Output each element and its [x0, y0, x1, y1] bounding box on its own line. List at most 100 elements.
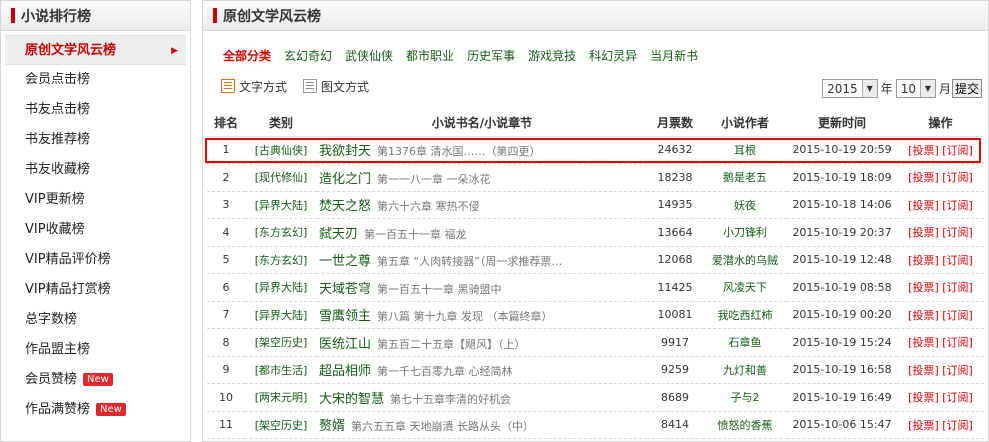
book-title-link[interactable]: 雪鹰领主 — [319, 309, 371, 324]
submit-button[interactable]: 提交 — [951, 79, 982, 98]
sidebar-item-member-likes[interactable]: 会员赞榜 New — [1, 365, 190, 395]
subscribe-link[interactable]: [订阅] — [942, 254, 973, 267]
update-time-cell: 2015-10-19 12:48 — [787, 246, 897, 274]
subscribe-link[interactable]: [订阅] — [942, 419, 973, 432]
type-link[interactable]: [架空历史] — [245, 328, 317, 357]
sidebar-item-reader-favorites[interactable]: 书友收藏榜 — [1, 155, 190, 185]
update-time-cell: 2015-10-18 14:06 — [787, 191, 897, 219]
image-mode-toggle[interactable]: 图文方式 — [303, 78, 369, 95]
vote-link[interactable]: [投票] — [908, 391, 939, 404]
ops-cell: [投票] [订阅] — [897, 356, 984, 384]
author-link[interactable]: 风凌天下 — [703, 273, 787, 302]
sidebar-item-vip-favorites[interactable]: VIP收藏榜 — [1, 215, 190, 245]
book-title-link[interactable]: 我欲封天 — [319, 144, 371, 159]
chapter-link[interactable]: 第一百五十一章 福龙 — [364, 228, 467, 241]
subscribe-link[interactable]: [订阅] — [942, 226, 973, 239]
subscribe-link[interactable]: [订阅] — [942, 391, 973, 404]
chapter-link[interactable]: 第五百二十五章【飓风】（上） — [377, 338, 526, 351]
subscribe-link[interactable]: [订阅] — [942, 309, 973, 322]
book-title-link[interactable]: 赘婿 — [319, 419, 345, 434]
subscribe-link[interactable]: [订阅] — [942, 171, 973, 184]
book-title-link[interactable]: 医统江山 — [319, 337, 371, 352]
type-link[interactable]: [异界大陆] — [245, 301, 317, 329]
chapter-link[interactable]: 第1376章 清水国……（第四更） — [377, 145, 541, 158]
table-row: 1 [古典仙侠] 我欲封天 第1376章 清水国……（第四更） 24632 耳根 2015-… — [207, 136, 984, 164]
sidebar-item-vip-updates[interactable]: VIP更新榜 — [1, 185, 190, 215]
author-link[interactable]: 石章鱼 — [703, 328, 787, 357]
vote-link[interactable]: [投票] — [908, 309, 939, 322]
category-scifi[interactable]: 科幻灵异 — [589, 47, 637, 64]
category-new-this-month[interactable]: 当月新书 — [650, 47, 698, 64]
ops-cell: [投票] [订阅] — [897, 383, 984, 412]
book-title-link[interactable]: 天域苍穹 — [319, 282, 371, 297]
author-link[interactable]: 我吃西红柿 — [703, 301, 787, 329]
vote-link[interactable]: [投票] — [908, 419, 939, 432]
type-link[interactable]: [东方玄幻] — [245, 218, 317, 247]
type-link[interactable]: [异界大陆] — [245, 191, 317, 219]
sidebar-item-word-count[interactable]: 总字数榜 — [1, 305, 190, 335]
category-wuxia[interactable]: 武侠仙侠 — [345, 47, 393, 64]
vote-link[interactable]: [投票] — [908, 199, 939, 212]
sidebar-item-vip-reviews[interactable]: VIP精品评价榜 — [1, 245, 190, 275]
chapter-link[interactable]: 第五章 “人肉转接器”（周一求推荐票… — [377, 255, 562, 268]
vote-link[interactable]: [投票] — [908, 254, 939, 267]
type-link[interactable]: [古典仙侠] — [245, 136, 317, 164]
type-link[interactable]: [两宋元明] — [245, 383, 317, 412]
author-link[interactable]: 小刀锋利 — [703, 218, 787, 247]
author-link[interactable]: 愤怒的香蕉 — [703, 411, 787, 439]
sidebar-item-work-likes[interactable]: 作品满赞榜 New — [1, 395, 190, 425]
subscribe-link[interactable]: [订阅] — [942, 199, 973, 212]
year-select[interactable]: 2015 ▼ — [822, 79, 878, 98]
type-link[interactable]: [异界大陆] — [245, 273, 317, 302]
book-title-link[interactable]: 一世之尊 — [319, 254, 371, 269]
book-title-link[interactable]: 大宋的智慧 — [319, 392, 384, 407]
author-link[interactable]: 爱潜水的乌贼 — [703, 246, 787, 274]
sidebar-item-reader-recommend[interactable]: 书友推荐榜 — [1, 125, 190, 155]
category-urban[interactable]: 都市职业 — [406, 47, 454, 64]
sidebar-item-member-clicks[interactable]: 会员点击榜 — [1, 65, 190, 95]
vote-link[interactable]: [投票] — [908, 144, 939, 157]
vote-link[interactable]: [投票] — [908, 336, 939, 349]
author-link[interactable]: 九灯和善 — [703, 356, 787, 384]
book-title-link[interactable]: 超品相师 — [319, 364, 371, 379]
vote-link[interactable]: [投票] — [908, 281, 939, 294]
subscribe-link[interactable]: [订阅] — [942, 281, 973, 294]
chapter-link[interactable]: 第六十六章 寒热不侵 — [377, 200, 480, 213]
category-fantasy[interactable]: 玄幻奇幻 — [284, 47, 332, 64]
vote-link[interactable]: [投票] — [908, 171, 939, 184]
category-games[interactable]: 游戏竞技 — [528, 47, 576, 64]
votes-cell: 12068 — [647, 246, 703, 274]
chapter-link[interactable]: 第六五五章 天地崩潰 长路从头（中） — [351, 420, 534, 433]
chapter-link[interactable]: 第一千七百零九章 心经简林 — [377, 365, 513, 378]
book-title-link[interactable]: 弑天刃 — [319, 227, 358, 242]
author-link[interactable]: 子与2 — [703, 383, 787, 412]
type-link[interactable]: [现代修仙] — [245, 163, 317, 192]
author-link[interactable]: 耳根 — [703, 136, 787, 164]
text-mode-toggle[interactable]: 文字方式 — [221, 78, 287, 95]
chapter-link[interactable]: 第一百五十一章 黑骑盟中 — [377, 283, 502, 296]
chapter-link[interactable]: 第八篇 第十九章 发现 （本篇终章） — [377, 310, 553, 323]
type-link[interactable]: [架空历史] — [245, 411, 317, 439]
rank-cell: 11 — [207, 411, 245, 439]
month-select[interactable]: 10 ▼ — [895, 79, 936, 98]
subscribe-link[interactable]: [订阅] — [942, 336, 973, 349]
author-link[interactable]: 鹅是老五 — [703, 163, 787, 192]
author-link[interactable]: 妖夜 — [703, 191, 787, 219]
subscribe-link[interactable]: [订阅] — [942, 144, 973, 157]
book-title-link[interactable]: 焚天之怒 — [319, 199, 371, 214]
vote-link[interactable]: [投票] — [908, 364, 939, 377]
book-title-link[interactable]: 造化之门 — [319, 172, 371, 187]
category-all[interactable]: 全部分类 — [223, 47, 271, 64]
ops-cell: [投票] [订阅] — [897, 411, 984, 439]
vote-link[interactable]: [投票] — [908, 226, 939, 239]
sidebar-item-vip-tips[interactable]: VIP精品打赏榜 — [1, 275, 190, 305]
type-link[interactable]: [都市生活] — [245, 356, 317, 384]
type-link[interactable]: [东方玄幻] — [245, 246, 317, 274]
sidebar-item-alliance-leader[interactable]: 作品盟主榜 — [1, 335, 190, 365]
sidebar-item-reader-clicks[interactable]: 书友点击榜 — [1, 95, 190, 125]
category-history[interactable]: 历史军事 — [467, 47, 515, 64]
chapter-link[interactable]: 第七十五章李清的好机会 — [390, 393, 511, 406]
sidebar-item-original-ranking[interactable]: 原创文学风云榜 ▶ — [5, 35, 186, 65]
chapter-link[interactable]: 第一一八一章 一朵冰花 — [377, 173, 491, 186]
subscribe-link[interactable]: [订阅] — [942, 364, 973, 377]
